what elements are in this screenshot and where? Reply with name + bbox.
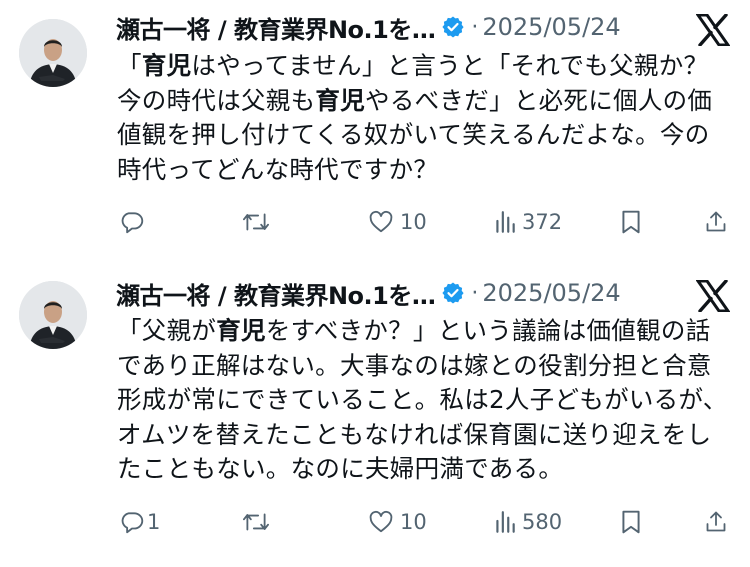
views-chart-icon	[496, 511, 515, 533]
repost-button[interactable]	[242, 509, 276, 535]
post-header: 瀬古一将 / 教育業界No.1を… · 2025/05/24	[116, 275, 621, 311]
repost-icon	[243, 513, 269, 531]
share-icon	[706, 511, 726, 532]
author-name[interactable]: 瀬古一将 / 教育業界No.1を…	[116, 10, 436, 45]
share-icon	[706, 211, 726, 232]
reply-icon	[121, 512, 144, 534]
avatar[interactable]	[19, 281, 87, 349]
separator-dot: ·	[471, 14, 479, 40]
repost-icon	[243, 213, 269, 231]
post-text: 「父親が育児をすべきか？」という議論は価値観の話であり正解はない。大事なのは嫁と…	[117, 314, 732, 487]
like-count: 10	[400, 210, 427, 234]
views-button[interactable]: 580	[494, 509, 562, 535]
x-logo-icon	[695, 13, 731, 47]
post-2[interactable]: 瀬古一将 / 教育業界No.1を… · 2025/05/24 「父親が育児をすべ…	[0, 261, 750, 567]
reply-count: 1	[147, 510, 161, 534]
x-logo-icon	[695, 279, 731, 313]
views-button[interactable]: 372	[494, 209, 562, 235]
avatar[interactable]	[19, 19, 87, 87]
reply-icon	[121, 212, 144, 234]
action-bar: 1 10 580	[0, 507, 750, 543]
avatar-photo	[19, 281, 87, 349]
post-date[interactable]: 2025/05/24	[482, 279, 620, 307]
post-text-bold-segment: 育児	[315, 85, 366, 115]
like-button[interactable]: 10	[368, 209, 427, 235]
heart-icon	[369, 210, 393, 233]
post-text-segment: 「父親が	[117, 316, 217, 345]
separator-dot: ·	[471, 280, 479, 306]
post-header: 瀬古一将 / 教育業界No.1を… · 2025/05/24	[116, 9, 621, 45]
post-text-bold-segment: 育児	[216, 316, 266, 345]
action-bar: 10 372	[0, 206, 750, 242]
like-button[interactable]: 10	[368, 509, 427, 535]
view-count: 580	[522, 510, 563, 534]
verified-badge-icon	[441, 281, 465, 305]
verified-badge-icon	[441, 15, 465, 39]
post-date[interactable]: 2025/05/24	[482, 13, 620, 41]
repost-button[interactable]	[242, 209, 276, 235]
reply-button[interactable]: 1	[119, 509, 160, 535]
post-1[interactable]: 瀬古一将 / 教育業界No.1を… · 2025/05/24 「育児はやってませ…	[0, 0, 750, 261]
heart-icon	[369, 510, 393, 533]
bookmark-icon	[622, 210, 640, 234]
bookmark-button[interactable]	[619, 209, 643, 235]
author-name[interactable]: 瀬古一将 / 教育業界No.1を…	[116, 276, 436, 311]
views-chart-icon	[496, 211, 515, 233]
avatar-photo	[19, 19, 87, 87]
post-text-segment: 「	[117, 51, 142, 80]
like-count: 10	[400, 510, 427, 534]
share-button[interactable]	[704, 509, 728, 535]
view-count: 372	[522, 210, 563, 234]
reply-button[interactable]	[119, 209, 151, 235]
share-button[interactable]	[704, 209, 728, 235]
post-text: 「育児はやってません」と言うと「それでも父親か？今の時代は父親も育児やるべきだ」…	[117, 49, 732, 187]
bookmark-button[interactable]	[619, 509, 643, 535]
bookmark-icon	[622, 510, 640, 534]
post-text-bold-segment: 育児	[141, 51, 192, 80]
